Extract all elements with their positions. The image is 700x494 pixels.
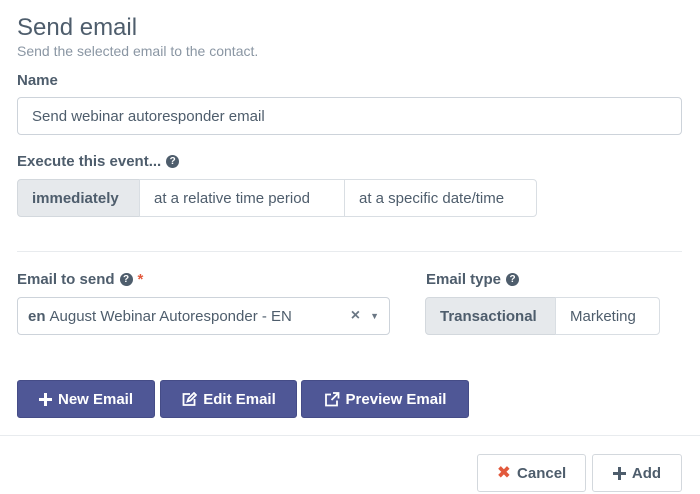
preview-email-button[interactable]: Preview Email bbox=[301, 380, 469, 418]
execute-label-text: Execute this event... bbox=[17, 153, 162, 170]
edit-email-label: Edit Email bbox=[203, 390, 276, 408]
modal-subtitle: Send the selected email to the contact. bbox=[17, 43, 259, 59]
cancel-label: Cancel bbox=[517, 464, 567, 482]
cancel-button[interactable]: ✖ Cancel bbox=[477, 454, 586, 492]
new-email-button[interactable]: New Email bbox=[17, 380, 155, 418]
execute-timing-group: immediately at a relative time period at… bbox=[17, 179, 537, 217]
question-circle-icon[interactable]: ? bbox=[119, 273, 133, 286]
email-type-transactional[interactable]: Transactional bbox=[425, 297, 556, 335]
chevron-down-icon[interactable]: ▼ bbox=[370, 311, 379, 321]
email-type-label: Email type ? bbox=[426, 271, 520, 288]
email-type-group: Transactional Marketing bbox=[425, 297, 660, 335]
new-email-label: New Email bbox=[57, 390, 134, 408]
modal-title: Send email bbox=[17, 14, 138, 41]
email-to-send-label: Email to send ? * bbox=[17, 271, 143, 288]
email-to-send-label-text: Email to send bbox=[17, 271, 115, 288]
preview-email-label: Preview Email bbox=[345, 390, 447, 408]
question-circle-icon[interactable]: ? bbox=[506, 273, 520, 286]
section-divider bbox=[17, 251, 682, 252]
required-asterisk: * bbox=[137, 271, 144, 288]
email-type-label-text: Email type bbox=[426, 271, 502, 288]
email-select[interactable]: en August Webinar Autoresponder - EN × ▼ bbox=[17, 297, 390, 335]
footer-divider bbox=[0, 435, 700, 436]
clear-selection-icon[interactable]: × bbox=[351, 307, 360, 325]
execute-label: Execute this event... ? bbox=[17, 153, 180, 170]
email-select-value: August Webinar Autoresponder - EN bbox=[49, 307, 292, 325]
name-input[interactable] bbox=[17, 97, 682, 135]
name-label: Name bbox=[17, 72, 58, 89]
add-label: Add bbox=[631, 464, 662, 482]
plus-icon bbox=[38, 392, 52, 406]
edit-icon bbox=[181, 391, 198, 407]
add-button[interactable]: Add bbox=[592, 454, 682, 492]
question-circle-icon[interactable]: ? bbox=[166, 155, 180, 168]
plus-icon bbox=[612, 466, 626, 480]
edit-email-button[interactable]: Edit Email bbox=[160, 380, 297, 418]
email-type-marketing[interactable]: Marketing bbox=[555, 297, 660, 335]
external-link-icon bbox=[324, 391, 340, 407]
execute-option-relative[interactable]: at a relative time period bbox=[139, 179, 345, 217]
execute-option-immediately[interactable]: immediately bbox=[17, 179, 140, 217]
name-label-text: Name bbox=[17, 72, 58, 89]
close-icon: ✖ bbox=[496, 463, 512, 482]
execute-option-specific[interactable]: at a specific date/time bbox=[344, 179, 537, 217]
email-language-code: en bbox=[28, 307, 46, 325]
